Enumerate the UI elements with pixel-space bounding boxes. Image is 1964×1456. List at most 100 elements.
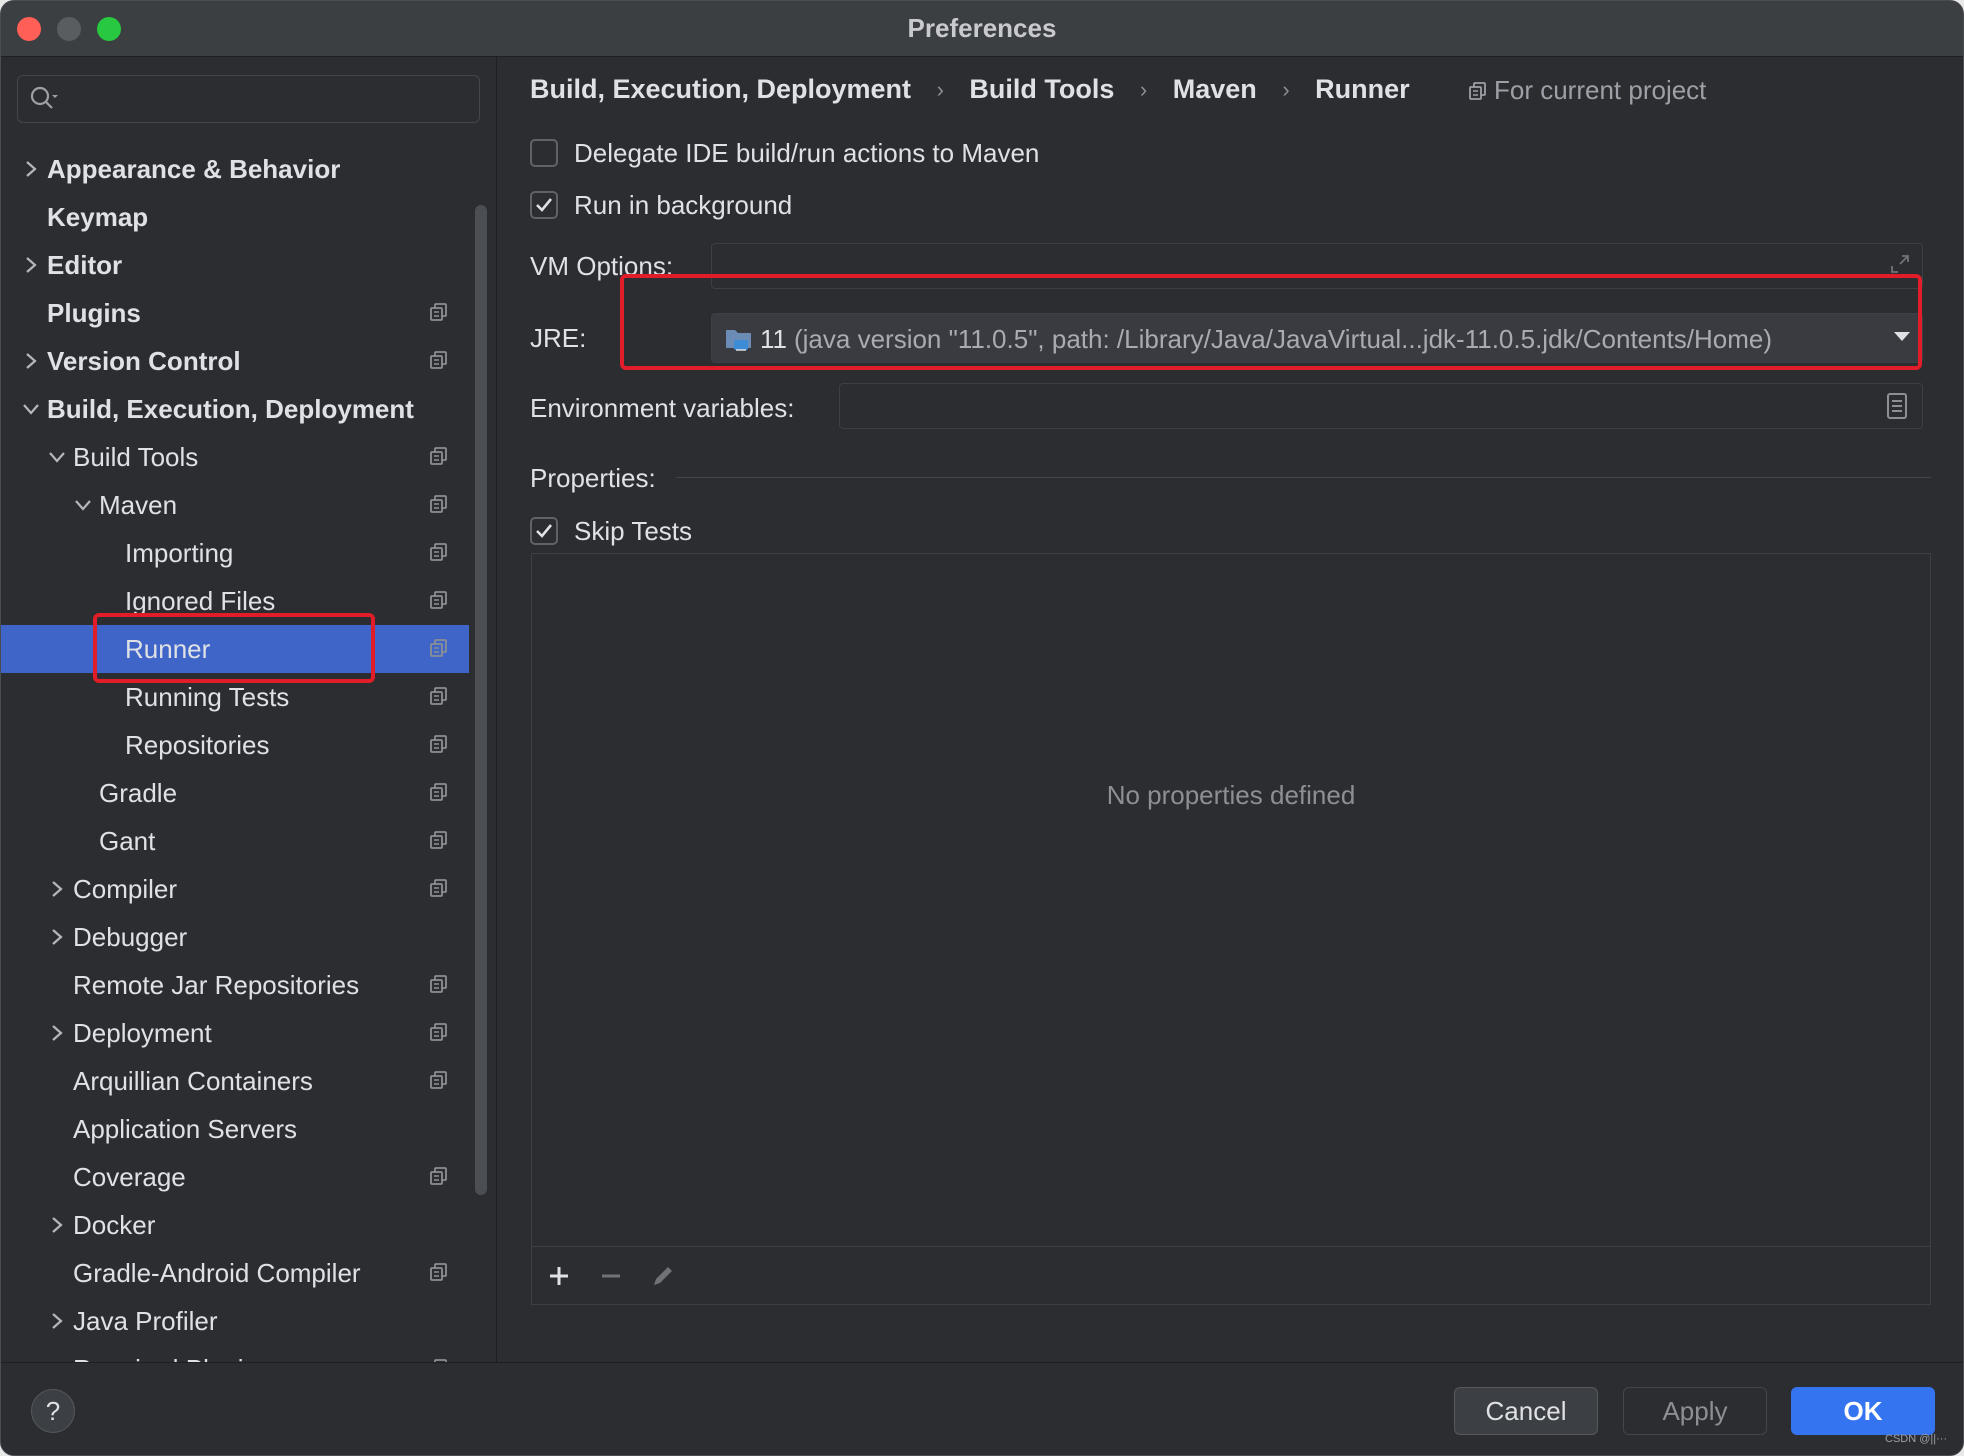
breadcrumb-item[interactable]: Build, Execution, Deployment: [530, 74, 911, 105]
chevron-right-icon[interactable]: [19, 157, 43, 181]
tree-item-label: Gant: [99, 826, 156, 856]
edit-list-icon[interactable]: [1884, 392, 1910, 425]
chevron-down-icon[interactable]: [45, 445, 69, 469]
remove-property-button[interactable]: [596, 1261, 626, 1291]
project-scope-icon: [429, 1070, 449, 1095]
properties-table[interactable]: No properties defined: [531, 553, 1931, 1305]
project-scope-icon: [429, 590, 449, 615]
search-icon: [28, 84, 60, 119]
tree-item-debugger[interactable]: Debugger: [1, 913, 469, 961]
project-scope-icon: [429, 302, 449, 327]
tree-item-label: Maven: [99, 490, 178, 520]
chevron-right-icon[interactable]: [19, 253, 43, 277]
tree-item-label: Build, Execution, Deployment: [47, 394, 414, 424]
tree-item-label: Build Tools: [73, 442, 199, 472]
tree-item-gradle[interactable]: Gradle: [1, 769, 469, 817]
tree-item-editor[interactable]: Editor: [1, 241, 469, 289]
settings-tree: Appearance & Behavior Keymap Editor Plugins…: [1, 145, 469, 1362]
add-property-button[interactable]: [544, 1261, 574, 1291]
chevron-down-icon[interactable]: [19, 397, 43, 421]
tree-item-build-tools[interactable]: Build Tools: [1, 433, 469, 481]
tree-item-gradle-android-compiler[interactable]: Gradle-Android Compiler: [1, 1249, 469, 1297]
tree-item-label: Repositories: [125, 730, 270, 760]
project-scope-icon: [429, 350, 449, 375]
sidebar-scrollbar[interactable]: [475, 205, 487, 1195]
tree-item-required-plugins[interactable]: Required Plugins: [1, 1345, 469, 1362]
breadcrumb-separator-icon: ›: [1282, 76, 1290, 102]
ok-button[interactable]: OK: [1791, 1387, 1935, 1435]
project-scope-icon: [429, 1022, 449, 1047]
tree-item-label: Keymap: [47, 202, 149, 232]
tree-item-label: Arquillian Containers: [73, 1066, 313, 1096]
environment-variables-input[interactable]: [839, 383, 1923, 429]
tree-item-repositories[interactable]: Repositories: [1, 721, 469, 769]
chevron-right-icon[interactable]: [45, 925, 69, 949]
project-scope-icon: [429, 878, 449, 903]
tree-item-label: Gradle: [99, 778, 178, 808]
properties-divider: [676, 477, 1931, 478]
help-button[interactable]: ?: [31, 1389, 75, 1433]
project-scope-icon: [1468, 77, 1488, 108]
tree-item-compiler[interactable]: Compiler: [1, 865, 469, 913]
tree-item-application-servers[interactable]: Application Servers: [1, 1105, 469, 1153]
breadcrumb-item: Runner: [1315, 74, 1410, 105]
settings-search-input[interactable]: [66, 82, 466, 116]
tree-item-keymap[interactable]: Keymap: [1, 193, 469, 241]
chevron-right-icon[interactable]: [45, 1213, 69, 1237]
title-bar: Preferences: [1, 1, 1963, 57]
run-in-background-label: Run in background: [574, 190, 793, 220]
tree-item-label: Remote Jar Repositories: [73, 970, 360, 1000]
breadcrumb-separator-icon: ›: [1139, 76, 1148, 102]
chevron-right-icon[interactable]: [19, 349, 43, 373]
apply-button[interactable]: Apply: [1623, 1387, 1767, 1435]
jre-label: JRE:: [530, 323, 587, 353]
breadcrumb: Build, Execution, Deployment › Build Too…: [530, 73, 1410, 113]
tree-item-java-profiler[interactable]: Java Profiler: [1, 1297, 469, 1345]
tree-item-importing[interactable]: Importing: [1, 529, 469, 577]
tree-item-remote-jar-repositories[interactable]: Remote Jar Repositories: [1, 961, 469, 1009]
tree-item-build-execution-deployment[interactable]: Build, Execution, Deployment: [1, 385, 469, 433]
tree-item-arquillian-containers[interactable]: Arquillian Containers: [1, 1057, 469, 1105]
settings-search-box[interactable]: [17, 75, 480, 123]
tree-item-label: Appearance & Behavior: [47, 154, 341, 184]
project-scope-icon: [429, 446, 449, 471]
tree-item-label: Gradle-Android Compiler: [73, 1258, 361, 1288]
tree-item-coverage[interactable]: Coverage: [1, 1153, 469, 1201]
environment-variables-label: Environment variables:: [530, 393, 795, 423]
project-scope-label: For current project: [1468, 75, 1706, 108]
tree-item-plugins[interactable]: Plugins: [1, 289, 469, 337]
project-scope-icon: [429, 494, 449, 519]
tree-item-gant[interactable]: Gant: [1, 817, 469, 865]
breadcrumb-item[interactable]: Build Tools: [969, 74, 1114, 105]
run-in-background-checkbox[interactable]: [530, 191, 558, 219]
tree-item-label: Compiler: [73, 874, 178, 904]
settings-sidebar: Appearance & Behavior Keymap Editor Plugins…: [1, 57, 497, 1362]
chevron-right-icon[interactable]: [45, 1021, 69, 1045]
project-scope-icon: [429, 1166, 449, 1191]
breadcrumb-separator-icon: ›: [936, 76, 944, 102]
runner-settings-panel: Build, Execution, Deployment › Build Too…: [498, 57, 1963, 1362]
project-scope-icon: [429, 542, 449, 567]
cancel-button[interactable]: Cancel: [1454, 1387, 1598, 1435]
jre-highlight-box: [620, 274, 1922, 370]
chevron-right-icon[interactable]: [45, 1309, 69, 1333]
tree-item-version-control[interactable]: Version Control: [1, 337, 469, 385]
properties-label: Properties:: [530, 463, 656, 493]
tree-item-deployment[interactable]: Deployment: [1, 1009, 469, 1057]
window-title: Preferences: [907, 13, 1057, 43]
chevron-right-icon[interactable]: [45, 877, 69, 901]
tree-item-docker[interactable]: Docker: [1, 1201, 469, 1249]
project-scope-icon: [429, 782, 449, 807]
project-scope-text: For current project: [1494, 75, 1707, 105]
tree-item-maven[interactable]: Maven: [1, 481, 469, 529]
skip-tests-checkbox[interactable]: [530, 517, 558, 545]
tree-item-appearance-behavior[interactable]: Appearance & Behavior: [1, 145, 469, 193]
delegate-checkbox[interactable]: [530, 139, 558, 167]
tree-item-label: Importing: [125, 538, 234, 568]
chevron-down-icon[interactable]: [71, 493, 95, 517]
tree-item-label: Deployment: [73, 1018, 212, 1048]
project-scope-icon: [429, 734, 449, 759]
edit-property-button[interactable]: [648, 1261, 678, 1291]
tree-item-label: Editor: [47, 250, 123, 280]
breadcrumb-item[interactable]: Maven: [1173, 74, 1257, 105]
